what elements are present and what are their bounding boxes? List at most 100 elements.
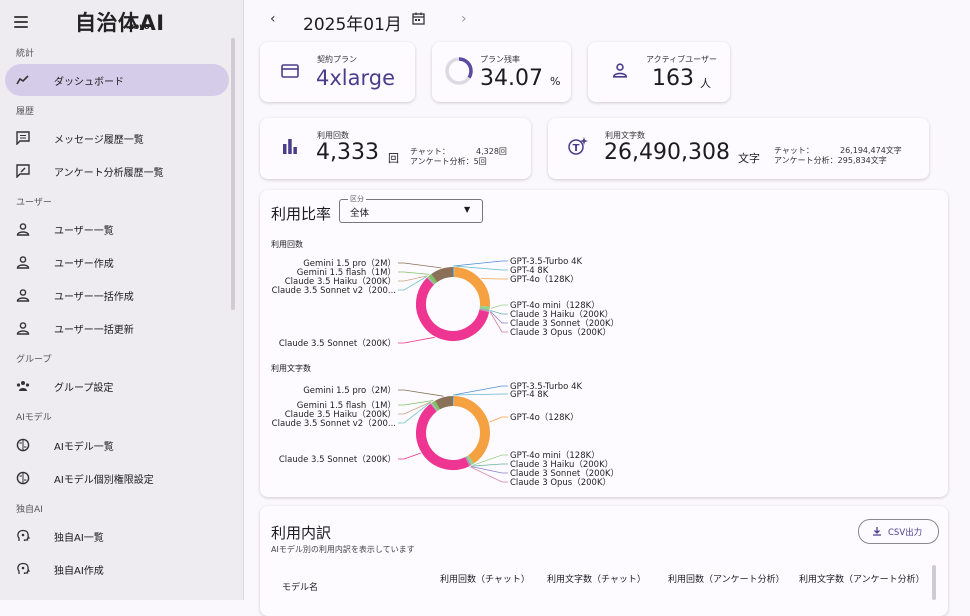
leader-line (489, 417, 508, 422)
active-users-label: アクティブユーザー (646, 54, 717, 65)
sidebar-item-user-list[interactable]: ユーザー一覧 (5, 213, 229, 245)
month-title: 2025年01月 (303, 10, 402, 35)
usage-count-value: 4,333 (316, 140, 379, 165)
download-icon (872, 526, 882, 536)
app-logo: 自治体AI (75, 7, 165, 37)
sidebar-item-ai-model-permissions[interactable]: AIモデル個別権限設定 (5, 462, 229, 494)
head-icon (16, 529, 30, 543)
sidebar-item-label: 独自AI一覧 (54, 529, 104, 544)
menu-icon[interactable] (14, 16, 28, 28)
usage-chars-value: 26,490,308 (604, 140, 730, 165)
sidebar-item-label: メッセージ履歴一覧 (54, 131, 144, 146)
slice-label: Claude 3.5 Sonnet（200K） (279, 454, 396, 465)
slice-label: GPT-4 8K (510, 390, 549, 400)
survey-icon (16, 164, 30, 178)
section-label: 履歴 (16, 104, 34, 117)
leader-line (470, 467, 508, 482)
sidebar-item-survey-history[interactable]: アンケート分析履歴一覧 (5, 155, 229, 187)
usage-chars-survey: アンケート分析：295,834文字 (774, 155, 887, 166)
slice-label: GPT-4o（128K） (510, 274, 579, 285)
column-header: 利用回数（チャット） (440, 574, 534, 586)
sidebar-item-user-bulk-update[interactable]: ユーザー一括更新 (5, 312, 229, 344)
slice-label: Claude 3.5 Sonnet（200K） (279, 338, 396, 349)
usage-count-unit: 回 (388, 150, 399, 166)
leader-line (398, 453, 421, 459)
sidebar-item-custom-ai-list[interactable]: 独自AI一覧 (5, 520, 229, 552)
person-icon (16, 321, 30, 335)
slice-label: GPT-4o（128K） (510, 412, 579, 423)
csv-export-button[interactable]: CSV出力 (858, 519, 939, 544)
section-label: グループ (16, 352, 51, 365)
chart1-label: 利用回数 (271, 239, 303, 250)
sidebar-item-label: ユーザー一括更新 (54, 321, 134, 336)
leader-line (491, 305, 508, 308)
leader-line (453, 261, 508, 266)
column-header: 利用文字数（チャット） (547, 574, 651, 586)
chart-line-icon (16, 73, 30, 87)
usage-chars-donut-chart: GPT-3.5-Turbo 4KGPT-4 8KGPT-4o（128K）GPT-… (260, 378, 948, 493)
remaining-progress-ring (444, 56, 474, 86)
slice-label: Claude 3 Opus（200K） (510, 327, 611, 338)
sidebar-item-label: ユーザー一覧 (54, 222, 114, 237)
sidebar-scrollbar[interactable] (231, 38, 235, 310)
chart2-label: 利用文字数 (271, 363, 311, 374)
main-content: ‹ 2025年01月 › 契約プラン 4xlarge プラン残率 34.07 %… (243, 0, 970, 600)
sidebar-item-custom-ai-create[interactable]: 独自AI作成 (5, 553, 229, 585)
sidebar-item-label: ダッシュボード (54, 73, 124, 88)
leader-line (398, 390, 444, 396)
donut-slice (415, 266, 490, 341)
breakdown-title: 利用内訳 (271, 522, 331, 543)
sidebar-item-label: グループ設定 (54, 379, 113, 394)
sidebar: 自治体AI zevo 統計 ダッシュボード 履歴 メッセージ履歴一覧 アンケート… (0, 0, 244, 600)
brain-icon (16, 438, 30, 452)
usage-ratio-card: 利用比率 区分 全体 ▼ 利用回数 GPT-3.5-Turbo 4KGPT-4 … (260, 190, 948, 497)
usage-count-donut-chart: GPT-3.5-Turbo 4KGPT-4 8KGPT-4o（128K）GPT-… (260, 252, 948, 352)
leader-line (490, 312, 508, 332)
sidebar-item-group-settings[interactable]: グループ設定 (5, 370, 229, 402)
category-select[interactable]: 区分 全体 ▼ (339, 199, 483, 223)
column-header: モデル名 (282, 580, 318, 593)
app-logo-sub: zevo (129, 22, 150, 31)
plan-label: 契約プラン (317, 54, 357, 65)
sidebar-item-user-bulk-create[interactable]: ユーザー一括作成 (5, 279, 229, 311)
table-scrollbar[interactable] (932, 565, 936, 600)
usage-count-card: 利用回数 4,333 回 チャット： 4,328回 アンケート分析：5回 (260, 118, 531, 179)
sidebar-item-user-create[interactable]: ユーザー作成 (5, 246, 229, 278)
person-icon (16, 288, 30, 302)
remaining-label: プラン残率 (480, 54, 520, 65)
breakdown-subtitle: AIモデル別の利用内訳を表示しています (271, 544, 415, 555)
sidebar-item-message-history[interactable]: メッセージ履歴一覧 (5, 122, 229, 154)
svg-text:T: T (573, 143, 580, 154)
remaining-value: 34.07 (480, 66, 543, 91)
prev-month-icon[interactable]: ‹ (270, 11, 276, 27)
sidebar-item-label: アンケート分析履歴一覧 (54, 164, 164, 179)
plan-remaining-card: プラン残率 34.07 % (432, 42, 571, 102)
column-header: 利用回数（アンケート分析） (668, 574, 784, 586)
next-month-icon[interactable]: › (461, 11, 467, 27)
sidebar-item-dashboard[interactable]: ダッシュボード (5, 64, 229, 96)
sidebar-item-label: AIモデル一覧 (54, 438, 114, 453)
plan-card: 契約プラン 4xlarge (260, 42, 415, 102)
slice-label: Gemini 1.5 flash（1M） (297, 400, 396, 411)
calendar-icon[interactable] (412, 12, 425, 25)
sidebar-item-label: ユーザー作成 (54, 255, 114, 270)
leader-line (454, 394, 508, 395)
remaining-unit: % (550, 75, 560, 88)
group-icon (16, 379, 30, 393)
usage-chars-card: T 利用文字数 26,490,308 文字 チャット： 26,194,474文字… (548, 118, 929, 179)
sidebar-item-ai-model-list[interactable]: AIモデル一覧 (5, 429, 229, 461)
text-sparkle-icon: T (567, 135, 589, 157)
usage-chars-unit: 文字 (738, 150, 760, 166)
leader-line (398, 337, 435, 343)
person-icon (16, 255, 30, 269)
column-header: 利用文字数（アンケート分析） (799, 574, 925, 586)
sidebar-item-label: 独自AI作成 (54, 562, 104, 577)
credit-card-icon (281, 63, 299, 79)
head-icon (16, 562, 30, 576)
leader-line (398, 263, 441, 268)
plan-value: 4xlarge (316, 66, 395, 90)
sidebar-item-label: AIモデル個別権限設定 (54, 471, 154, 486)
csv-export-label: CSV出力 (888, 526, 922, 538)
chevron-down-icon: ▼ (464, 205, 470, 214)
message-icon (16, 131, 30, 145)
